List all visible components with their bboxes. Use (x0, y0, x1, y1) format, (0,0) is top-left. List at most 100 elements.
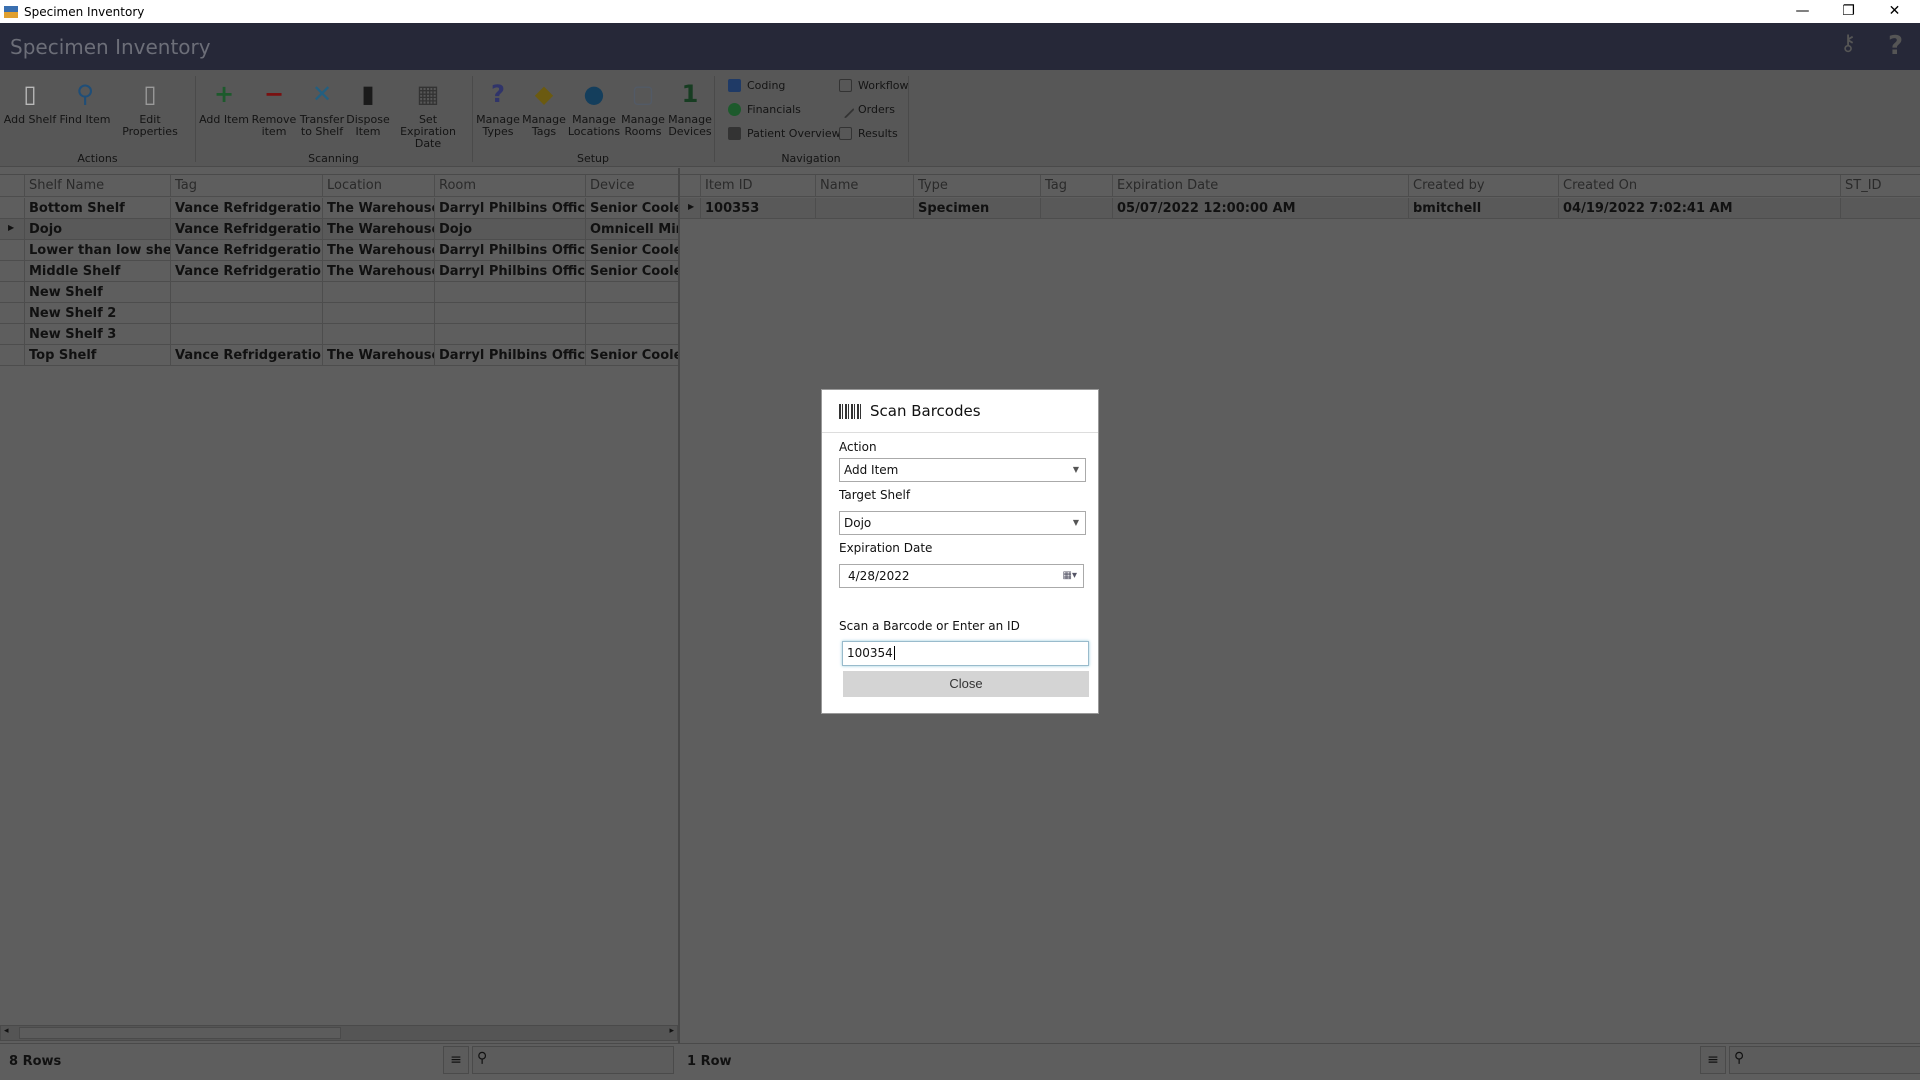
table-cell[interactable]: Vance Refridgeration (170, 219, 322, 240)
column-header[interactable]: Name (815, 175, 913, 196)
column-header[interactable]: Type (913, 175, 1040, 196)
table-cell[interactable] (170, 303, 322, 324)
table-row[interactable]: Lower than low shelf Vance Refridgeration… (0, 240, 678, 261)
table-cell[interactable] (322, 324, 434, 345)
restore-button[interactable]: ❐ (1826, 0, 1871, 23)
table-row[interactable]: Top Shelf Vance Refridgeration The Warehou… (0, 345, 678, 366)
column-header[interactable]: Location (322, 175, 434, 196)
table-cell[interactable]: 05/07/2022 12:00:00 AM (1112, 198, 1408, 219)
table-cell[interactable]: bmitchell (1408, 198, 1558, 219)
table-cell[interactable]: Senior Cooler (585, 240, 678, 261)
column-header[interactable]: Device (585, 175, 678, 196)
toolbar-button-edit-properties[interactable]: ▯ Edit Properties (115, 78, 185, 138)
column-header[interactable]: Created On (1558, 175, 1840, 196)
table-row[interactable]: ▶ Dojo Vance Refridgeration The Warehouse Do… (0, 219, 678, 240)
nav-patient-overview[interactable]: Patient Overview (728, 127, 841, 140)
table-cell[interactable]: Senior Cooler (585, 345, 678, 366)
toolbar-button-set-expiration-date[interactable]: ▦ Set Expiration Date (393, 78, 463, 150)
table-cell[interactable]: 100353 (700, 198, 815, 219)
table-cell[interactable] (434, 324, 585, 345)
table-cell[interactable]: Top Shelf (24, 345, 170, 366)
table-cell[interactable] (434, 303, 585, 324)
scrollbar-thumb[interactable] (19, 1027, 341, 1039)
table-cell[interactable]: The Warehouse (322, 198, 434, 219)
table-cell[interactable]: Dojo (24, 219, 170, 240)
table-cell[interactable] (815, 198, 913, 219)
table-row[interactable]: New Shelf 3 (0, 324, 678, 345)
column-header[interactable]: Expiration Date (1112, 175, 1408, 196)
shelves-menu-icon[interactable]: ≡ (443, 1046, 469, 1074)
nav-coding[interactable]: Coding (728, 79, 785, 92)
shelves-horizontal-scrollbar[interactable]: ◂ ▸ (0, 1025, 678, 1041)
table-cell[interactable]: Senior Cooler (585, 261, 678, 282)
column-header[interactable]: Tag (1040, 175, 1112, 196)
table-cell[interactable] (585, 303, 678, 324)
table-row[interactable]: Middle Shelf Vance Refridgeration The Ware… (0, 261, 678, 282)
table-cell[interactable]: Bottom Shelf (24, 198, 170, 219)
minimize-button[interactable]: — (1780, 0, 1825, 23)
column-header[interactable]: Shelf Name (24, 175, 170, 196)
close-window-button[interactable]: ✕ (1872, 0, 1917, 23)
column-header[interactable]: Tag (170, 175, 322, 196)
table-cell[interactable]: Vance Refridgeration (170, 261, 322, 282)
table-cell[interactable]: New Shelf 3 (24, 324, 170, 345)
table-cell[interactable] (170, 282, 322, 303)
shelves-search-input[interactable]: ⚲ (472, 1046, 674, 1074)
table-cell[interactable]: Vance Refridgeration (170, 240, 322, 261)
items-search-input[interactable]: ⚲ (1729, 1046, 1920, 1074)
scroll-left-icon[interactable]: ◂ (4, 1026, 9, 1036)
nav-financials[interactable]: Financials (728, 103, 801, 116)
table-row[interactable]: New Shelf 2 (0, 303, 678, 324)
table-cell[interactable]: Vance Refridgeration (170, 345, 322, 366)
scan-barcode-input[interactable]: 100354 (842, 641, 1089, 666)
table-cell[interactable]: Dojo (434, 219, 585, 240)
table-cell[interactable]: Darryl Philbins Office (434, 345, 585, 366)
table-cell[interactable]: Darryl Philbins Office (434, 198, 585, 219)
action-select[interactable]: Add Item ▼ (839, 458, 1086, 482)
table-cell[interactable] (1840, 198, 1920, 219)
table-cell[interactable]: The Warehouse (322, 240, 434, 261)
nav-results[interactable]: Results (839, 127, 898, 140)
column-header[interactable]: Created by (1408, 175, 1558, 196)
table-cell[interactable]: Middle Shelf (24, 261, 170, 282)
table-cell[interactable]: The Warehouse (322, 219, 434, 240)
calendar-icon[interactable]: ▦▾ (1063, 565, 1077, 587)
table-cell[interactable]: Darryl Philbins Office (434, 261, 585, 282)
table-row[interactable]: Bottom Shelf Vance Refridgeration The Ware… (0, 198, 678, 219)
nav-orders[interactable]: Orders (836, 100, 895, 119)
table-cell[interactable] (585, 324, 678, 345)
table-cell[interactable]: Vance Refridgeration (170, 198, 322, 219)
table-cell[interactable]: The Warehouse (322, 261, 434, 282)
table-cell[interactable]: The Warehouse (322, 345, 434, 366)
help-icon[interactable]: ? (1888, 31, 1903, 61)
table-cell[interactable] (585, 282, 678, 303)
table-cell[interactable]: Lower than low shelf (24, 240, 170, 261)
close-button[interactable]: Close (843, 671, 1089, 697)
target-shelf-select[interactable]: Dojo ▼ (839, 511, 1086, 535)
column-header[interactable]: Room (434, 175, 585, 196)
table-cell[interactable] (434, 282, 585, 303)
keys-icon[interactable]: ⚷ (1840, 31, 1856, 56)
pane-splitter[interactable] (678, 168, 680, 1044)
expiration-date-picker[interactable]: 4/28/2022 ▦▾ (839, 564, 1084, 588)
nav-workflow[interactable]: Workflow (839, 79, 909, 92)
toolbar-button-find-item[interactable]: ⚲ Find Item (50, 78, 120, 126)
items-menu-icon[interactable]: ≡ (1700, 1046, 1726, 1074)
column-header[interactable]: ST_ID (1840, 175, 1920, 196)
table-cell[interactable] (322, 303, 434, 324)
table-cell[interactable]: Senior Cooler (585, 198, 678, 219)
table-cell[interactable] (170, 324, 322, 345)
scroll-right-icon[interactable]: ▸ (669, 1026, 674, 1036)
table-cell[interactable]: New Shelf (24, 282, 170, 303)
table-cell[interactable] (322, 282, 434, 303)
table-cell[interactable]: Specimen (913, 198, 1040, 219)
table-row[interactable]: ▶ 100353 Specimen 05/07/2022 12:00:00 AM bmi… (680, 198, 1920, 219)
toolbar-button-manage-devices[interactable]: 1 Manage Devices (655, 78, 725, 138)
column-header[interactable]: Item ID (700, 175, 815, 196)
table-cell[interactable] (1040, 198, 1112, 219)
table-cell[interactable]: New Shelf 2 (24, 303, 170, 324)
table-cell[interactable]: Omnicell Mini (585, 219, 678, 240)
table-cell[interactable]: Darryl Philbins Office (434, 240, 585, 261)
table-row[interactable]: New Shelf (0, 282, 678, 303)
table-cell[interactable]: 04/19/2022 7:02:41 AM (1558, 198, 1840, 219)
